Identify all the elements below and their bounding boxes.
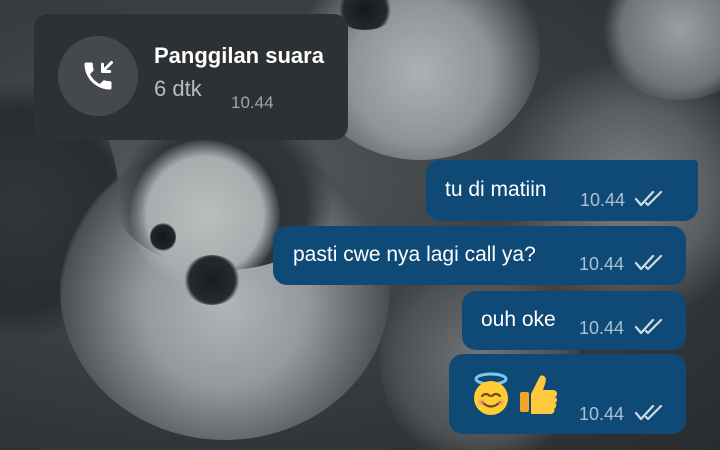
call-duration: 6 dtk [154, 76, 202, 101]
smiling-face-with-halo-icon [474, 372, 508, 415]
double-check-icon [634, 190, 663, 207]
message-timestamp: 10.44 [579, 254, 625, 274]
call-type-label: Panggilan suara [154, 43, 324, 68]
incoming-call-icon[interactable] [58, 36, 138, 116]
emoji-row [469, 372, 559, 416]
message-timestamp: 10.44 [231, 93, 274, 112]
outgoing-message[interactable]: pasti cwe nya lagi call ya? 10.44 [273, 226, 686, 285]
outgoing-message[interactable]: tu di matiin 10.44 [426, 160, 698, 221]
double-check-icon [634, 254, 663, 271]
thumbs-up-icon [520, 375, 557, 414]
message-timestamp: 10.44 [579, 404, 625, 424]
message-timestamp: 10.44 [580, 190, 626, 210]
double-check-icon [634, 404, 663, 421]
outgoing-message[interactable]: 10.44 [449, 354, 686, 434]
message-text: pasti cwe nya lagi call ya? [293, 243, 536, 266]
double-check-icon [634, 318, 663, 335]
message-text: ouh oke [481, 308, 556, 331]
message-text: tu di matiin [445, 178, 547, 201]
outgoing-message[interactable]: ouh oke 10.44 [462, 291, 686, 350]
message-timestamp: 10.44 [579, 318, 625, 338]
